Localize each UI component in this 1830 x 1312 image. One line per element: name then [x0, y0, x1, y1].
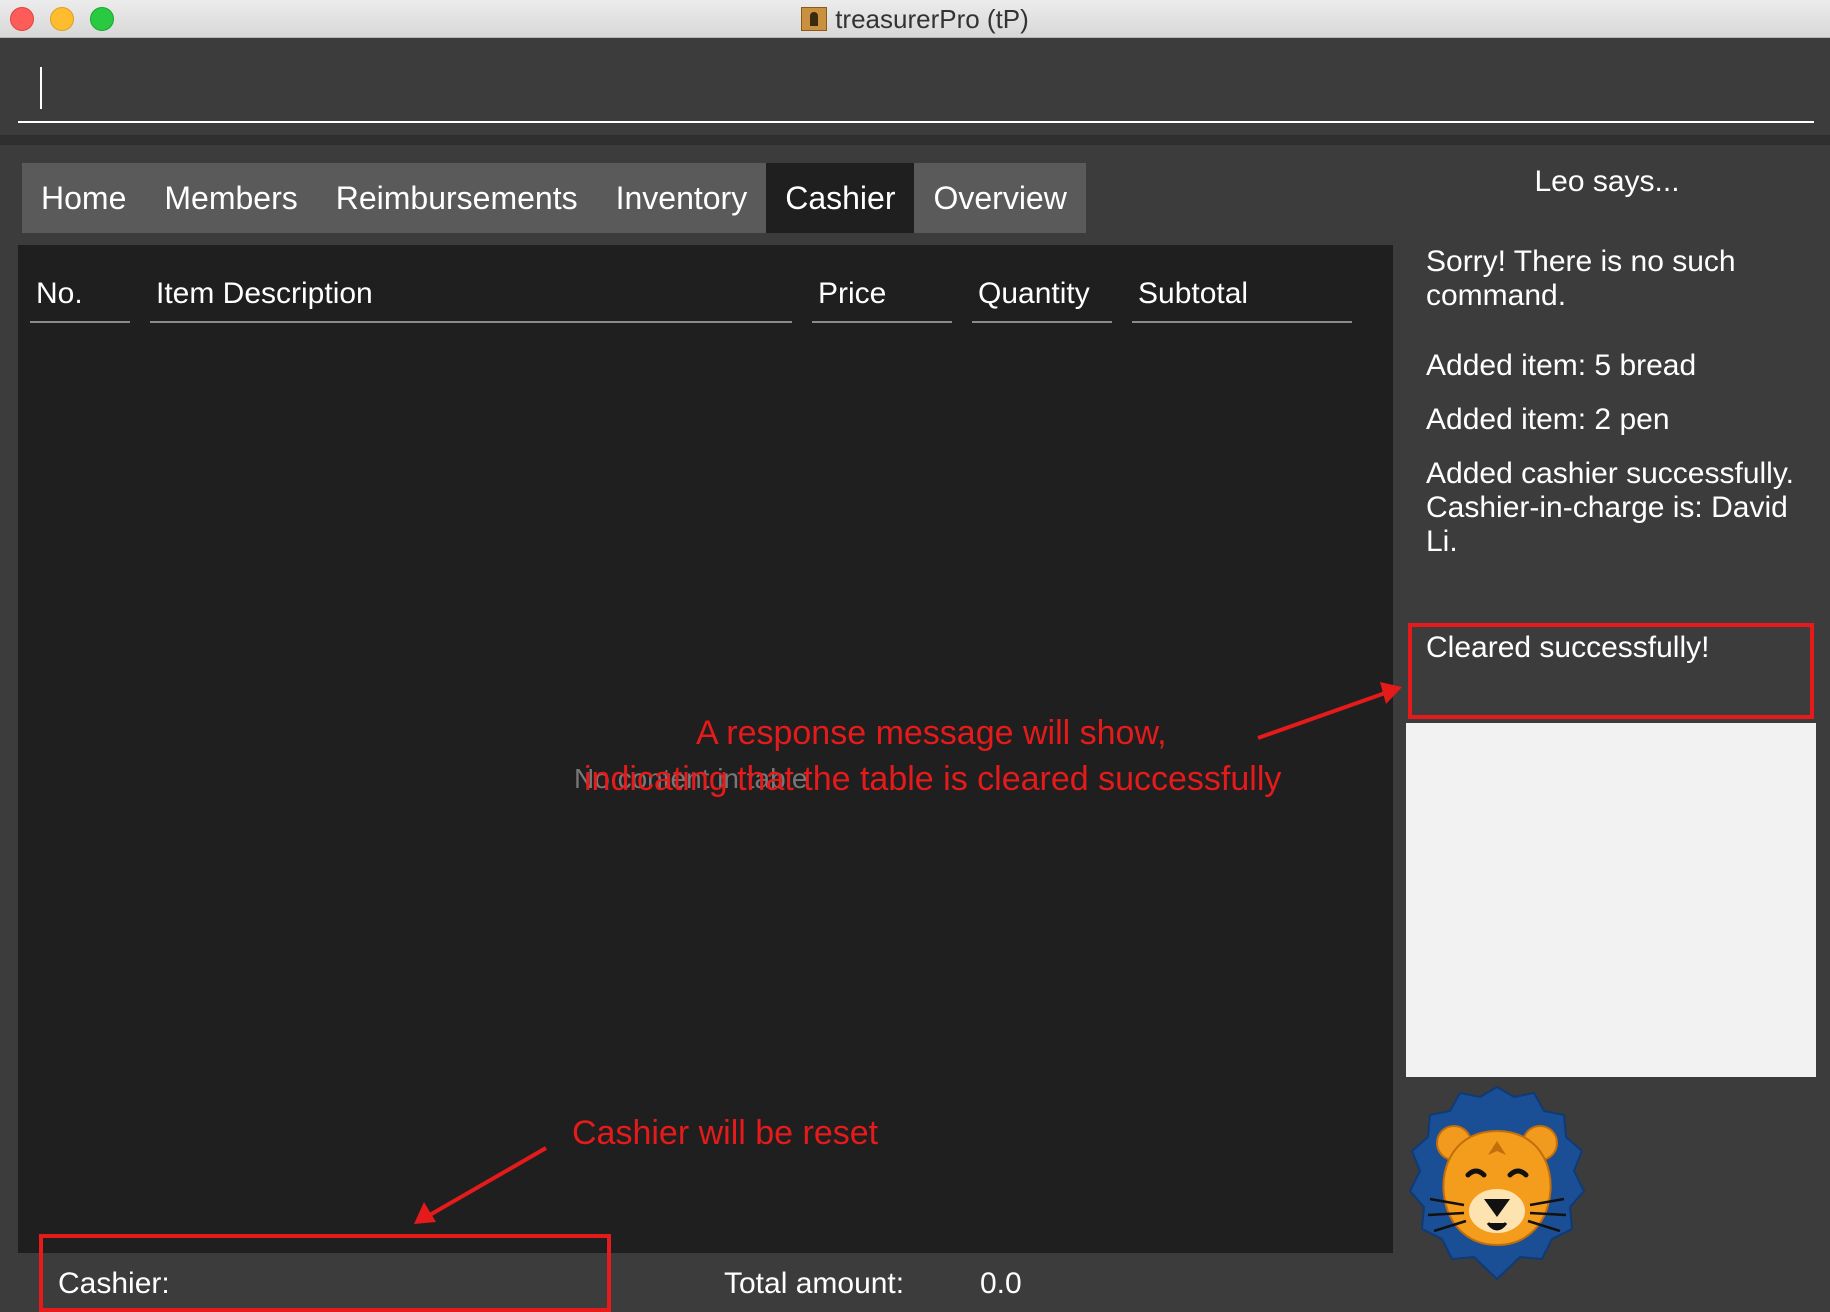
- leo-panel: Leo says... Sorry! There is no such comm…: [1402, 145, 1830, 1312]
- column-header-no[interactable]: No.: [30, 267, 130, 323]
- window-title: treasurerPro (tP): [835, 3, 1029, 34]
- leo-message: Added item: 2 pen: [1426, 403, 1670, 436]
- text-caret: [40, 67, 42, 109]
- lion-mascot-icon: [1408, 1085, 1586, 1281]
- total-amount-label: Total amount:: [724, 1267, 905, 1300]
- annotation-response-line2: indicating that the table is cleared suc…: [584, 760, 1282, 798]
- window-titlebar: treasurerPro (tP): [0, 0, 1830, 38]
- annotation-cashier-reset: Cashier will be reset: [572, 1114, 879, 1152]
- tab-reimbursements[interactable]: Reimbursements: [316, 163, 597, 233]
- column-header-price[interactable]: Price: [812, 267, 952, 323]
- column-header-subtotal[interactable]: Subtotal: [1132, 267, 1352, 323]
- leo-empty-area: [1406, 723, 1816, 1077]
- column-header-quantity[interactable]: Quantity: [972, 267, 1112, 323]
- annotation-box-cashier: [39, 1234, 611, 1312]
- divider: [0, 135, 1830, 145]
- tab-bar: Home Members Reimbursements Inventory Ca…: [22, 163, 1086, 233]
- total-amount-value: 0.0: [980, 1267, 1022, 1300]
- annotation-box-response: [1408, 623, 1814, 719]
- tab-home[interactable]: Home: [22, 163, 146, 233]
- annotation-response-line1: A response message will show,: [696, 714, 1167, 752]
- leo-message: Added cashier successfully. Cashier-in-c…: [1426, 457, 1794, 558]
- column-header-item-description[interactable]: Item Description: [150, 267, 792, 323]
- tab-inventory[interactable]: Inventory: [596, 163, 767, 233]
- command-input[interactable]: [18, 59, 1814, 123]
- treasure-chest-icon: [801, 7, 828, 31]
- tab-cashier[interactable]: Cashier: [766, 163, 915, 233]
- title-wrap: treasurerPro (tP): [0, 0, 1830, 38]
- leo-message: Sorry! There is no such command.: [1426, 245, 1736, 312]
- command-area: [0, 39, 1830, 135]
- tab-overview[interactable]: Overview: [914, 163, 1086, 233]
- leo-title: Leo says...: [1534, 165, 1680, 198]
- leo-message: Added item: 5 bread: [1426, 349, 1697, 382]
- tab-members[interactable]: Members: [145, 163, 317, 233]
